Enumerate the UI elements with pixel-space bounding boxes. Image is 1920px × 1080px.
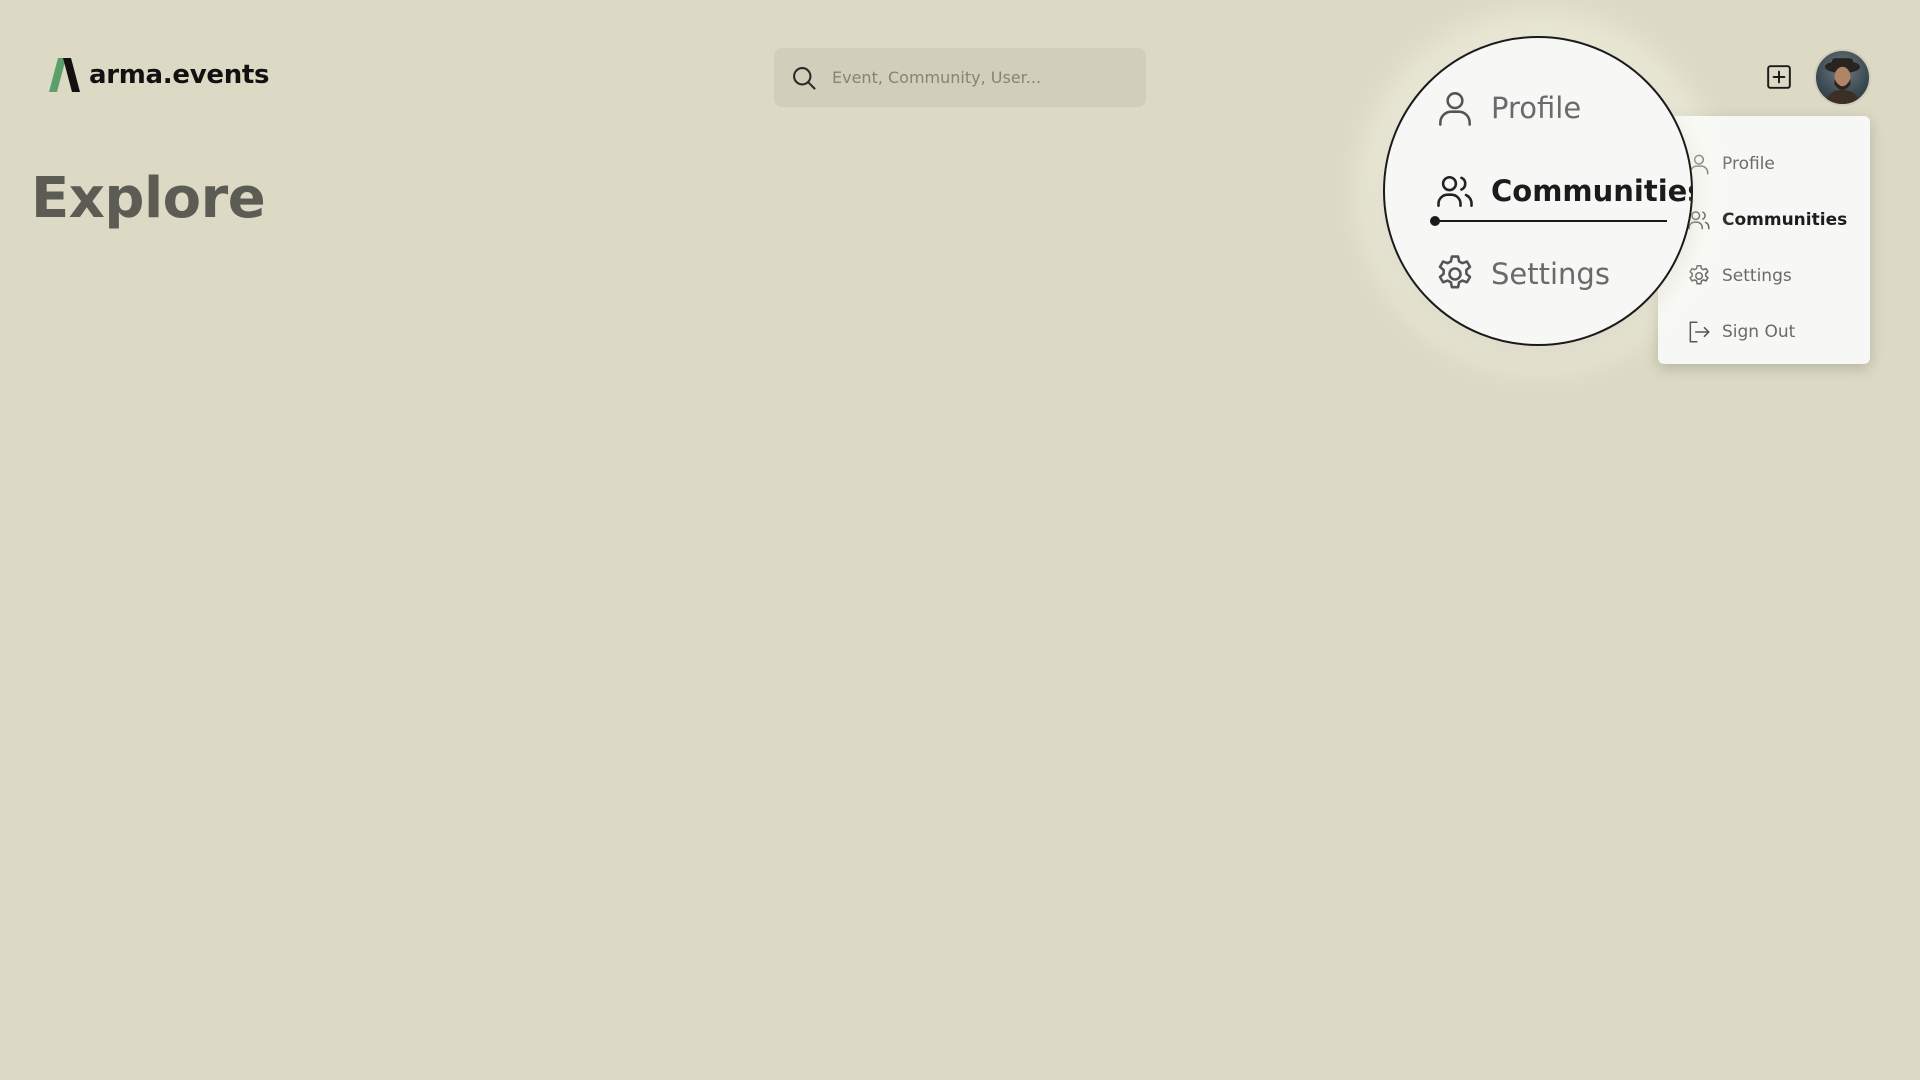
page-title: Explore [31,166,266,231]
search-input[interactable] [832,68,1122,87]
users-icon [1437,175,1473,207]
app: arma.events Explore P [0,0,1920,1080]
user-icon [1439,92,1471,126]
magnified-label: Communities [1491,174,1693,208]
menu-item-sign-out[interactable]: Sign Out [1658,304,1870,360]
magnified-item-communities: Communities [1433,169,1693,213]
magnified-item-profile: Profile [1433,86,1581,130]
cursor-dot [1430,216,1440,226]
create-button[interactable] [1766,64,1792,90]
user-dropdown-menu: Profile Communities Settings Sign Out [1658,116,1870,364]
menu-item-label: Settings [1722,266,1792,286]
active-underline [1435,220,1667,222]
gear-icon [1438,255,1472,289]
user-avatar[interactable] [1814,49,1871,106]
menu-item-label: Sign Out [1722,322,1796,342]
magnified-label: Profile [1491,91,1582,125]
brand-name: arma.events [89,60,270,90]
logo-icon [49,58,80,92]
menu-item-label: Profile [1722,154,1775,174]
menu-item-label: Communities [1722,210,1848,230]
avatar-icon [1824,58,1861,104]
gear-icon [1689,264,1709,285]
search-bar[interactable] [774,48,1146,107]
zoom-magnifier: Profile Communities Settings [1383,36,1693,346]
brand-logo[interactable]: arma.events [49,58,270,92]
magnified-label: Settings [1491,257,1610,291]
plus-square-icon [1767,65,1791,89]
sign-out-icon [1689,321,1710,343]
search-icon [793,66,816,90]
magnified-item-settings: Settings [1433,252,1610,296]
menu-item-settings[interactable]: Settings [1658,248,1870,304]
